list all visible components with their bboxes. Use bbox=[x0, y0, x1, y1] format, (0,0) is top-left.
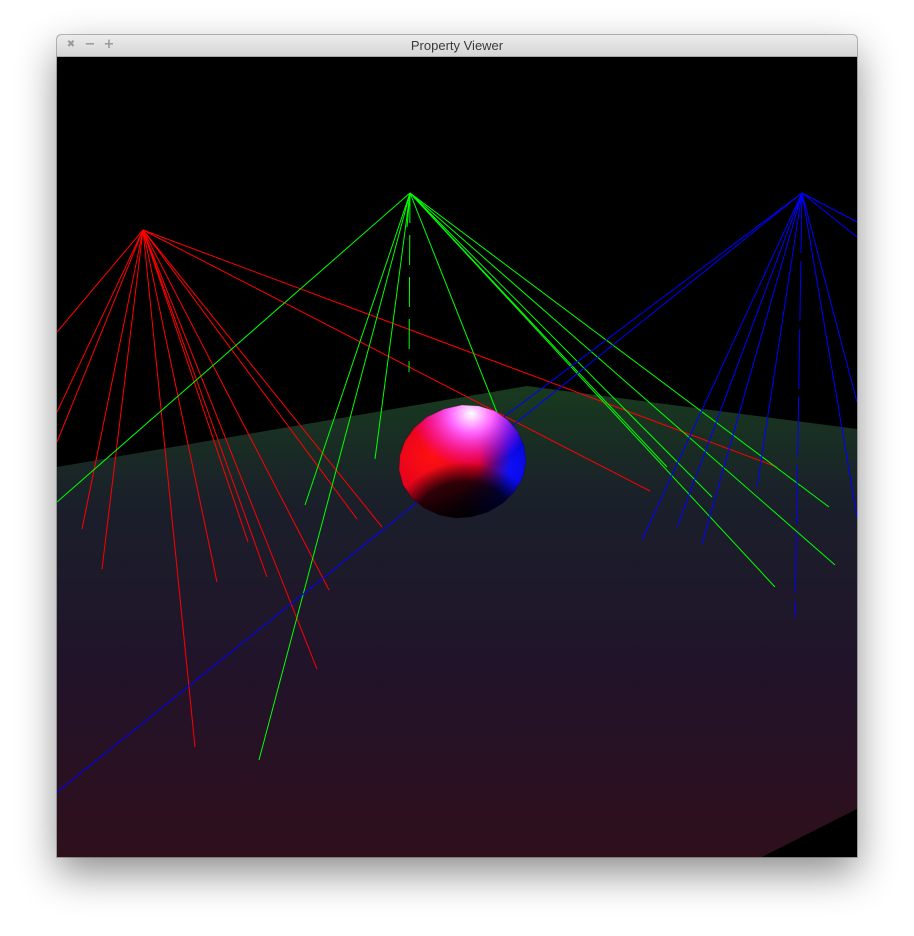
title-bar[interactable]: ✖ − + Property Viewer bbox=[57, 35, 857, 57]
3d-viewport[interactable] bbox=[57, 57, 857, 857]
window-title: Property Viewer bbox=[410, 38, 504, 53]
scene-canvas[interactable] bbox=[57, 57, 857, 857]
property-viewer-window: ✖ − + Property Viewer bbox=[57, 35, 857, 857]
